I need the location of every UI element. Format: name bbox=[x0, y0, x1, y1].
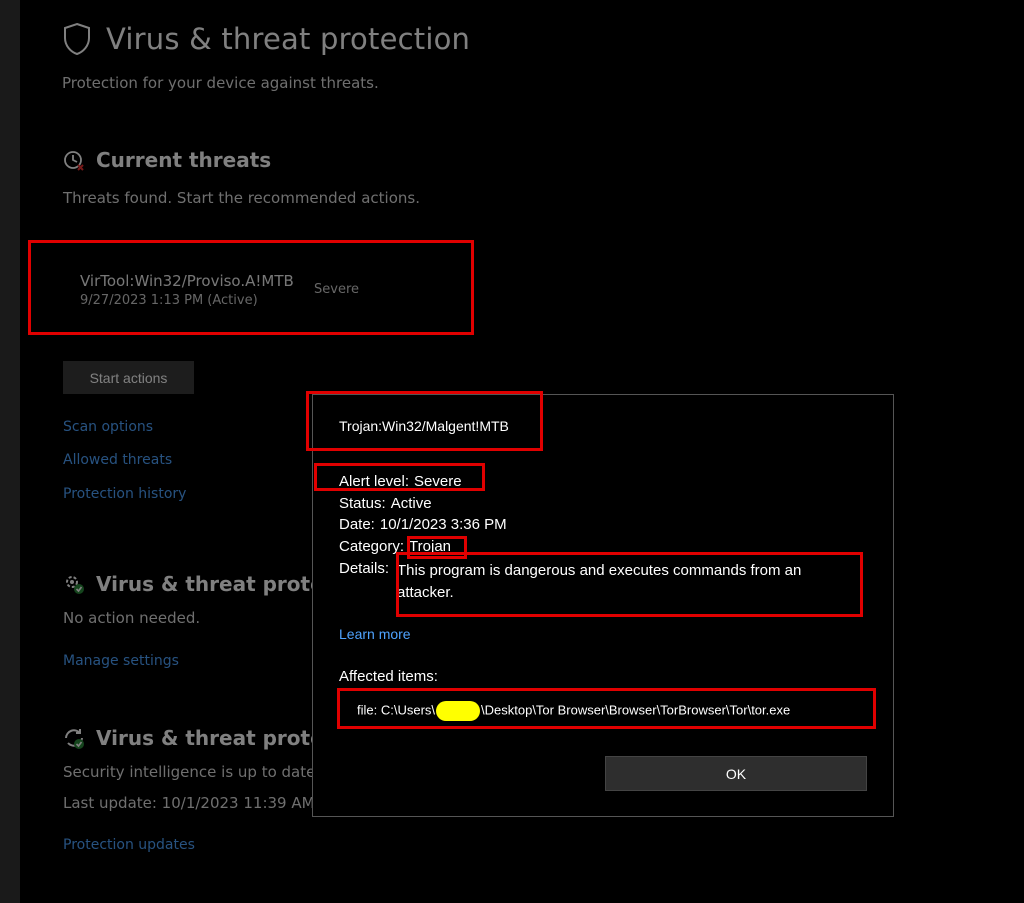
current-threats-header: Current threats bbox=[62, 148, 271, 172]
manage-settings-link[interactable]: Manage settings bbox=[63, 653, 179, 669]
ok-button[interactable]: OK bbox=[605, 756, 867, 791]
last-update: Last update: 10/1/2023 11:39 AM bbox=[63, 794, 315, 812]
scan-options-link[interactable]: Scan options bbox=[63, 419, 153, 435]
details-highlight-box bbox=[396, 552, 863, 617]
left-nav-strip bbox=[0, 0, 20, 903]
status-value: Active bbox=[390, 495, 432, 512]
page-title: Virus & threat protection bbox=[106, 22, 471, 56]
affected-items-label: Affected items: bbox=[339, 668, 438, 685]
learn-more-link[interactable]: Learn more bbox=[339, 626, 411, 642]
allowed-threats-link[interactable]: Allowed threats bbox=[63, 452, 172, 468]
status-label: Status: bbox=[339, 495, 386, 512]
alert-level-highlight-box bbox=[314, 463, 485, 491]
settings-section-title: Virus & threat protect bbox=[96, 572, 346, 596]
updates-section-title: Virus & threat protect bbox=[96, 726, 346, 750]
dialog-title-highlight-box bbox=[306, 391, 543, 451]
settings-section-description: No action needed. bbox=[63, 609, 201, 627]
settings-section-header: Virus & threat protect bbox=[62, 572, 345, 596]
threat-highlight-box bbox=[28, 240, 474, 335]
clock-alert-icon bbox=[64, 151, 84, 171]
protection-history-link[interactable]: Protection history bbox=[63, 486, 186, 502]
refresh-check-icon bbox=[65, 729, 84, 749]
updates-section-header: Virus & threat protect bbox=[62, 726, 345, 750]
details-label: Details: bbox=[339, 560, 390, 577]
current-threats-description: Threats found. Start the recommended act… bbox=[63, 189, 420, 207]
date-value: 10/1/2023 3:36 PM bbox=[379, 516, 507, 533]
current-threats-title: Current threats bbox=[96, 148, 272, 172]
page-subtitle: Protection for your device against threa… bbox=[62, 74, 379, 92]
category-label: Category: bbox=[339, 538, 405, 555]
date-label: Date: bbox=[339, 516, 375, 533]
protection-updates-link[interactable]: Protection updates bbox=[63, 837, 195, 853]
updates-status: Security intelligence is up to date. bbox=[63, 763, 321, 781]
start-actions-button[interactable]: Start actions bbox=[63, 361, 194, 394]
shield-icon bbox=[64, 22, 90, 56]
date-row: Date: 10/1/2023 3:36 PM bbox=[339, 516, 507, 533]
file-path-highlight-box bbox=[337, 688, 876, 729]
gear-check-icon bbox=[66, 576, 84, 594]
page-header: Virus & threat protection bbox=[62, 22, 470, 56]
status-row: Status: Active bbox=[339, 495, 432, 512]
